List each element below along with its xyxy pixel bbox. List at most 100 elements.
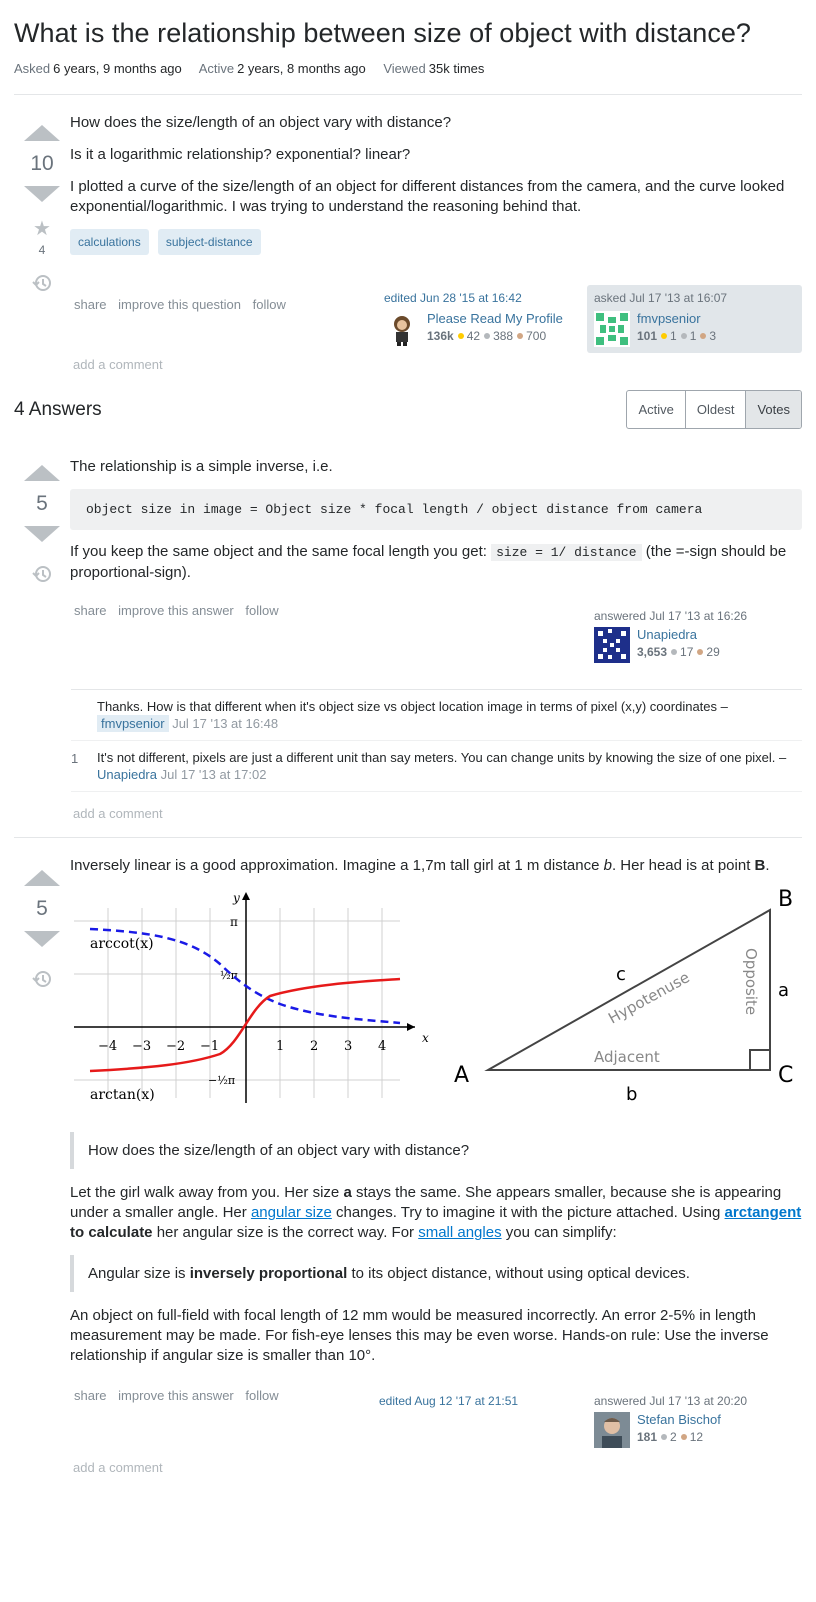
arctangent-link[interactable]: arctangent	[725, 1204, 802, 1221]
answer-footer: share improve this answer follow answere…	[70, 603, 802, 669]
x-tick-label: 3	[344, 1039, 352, 1054]
answerer-name[interactable]: Unapiedra	[637, 627, 720, 642]
tag-calculations[interactable]: calculations	[70, 229, 149, 255]
upvote-arrow-icon[interactable]	[24, 125, 60, 141]
tab-oldest[interactable]: Oldest	[686, 391, 747, 428]
arccot-label: arccot(x)	[90, 936, 154, 952]
vertex-b-label: B	[778, 888, 793, 912]
history-icon[interactable]	[32, 273, 52, 298]
downvote-arrow-icon[interactable]	[24, 931, 60, 947]
share-link[interactable]: share	[74, 1388, 107, 1403]
asker-reputation: 101	[637, 329, 658, 343]
x-tick-label: 4	[378, 1039, 386, 1054]
comment-list: Thanks. How is that different when it's …	[71, 689, 802, 792]
asked-value: 6 years, 9 months ago	[53, 61, 182, 76]
answerer-reputation: 181	[637, 1430, 658, 1444]
answerer-avatar[interactable]	[594, 627, 630, 663]
question-title[interactable]: What is the relationship between size of…	[14, 0, 802, 49]
answer-paragraph: If you keep the same object and the same…	[70, 543, 787, 581]
comment-user[interactable]: Unapiedra	[97, 767, 157, 782]
answered-time: answered Jul 17 '13 at 16:26	[594, 609, 748, 623]
asker-avatar[interactable]	[594, 311, 630, 347]
answer-paragraph: Let the girl walk away from you. Her siz…	[70, 1184, 802, 1241]
tab-active[interactable]: Active	[627, 391, 686, 428]
comment-item: Thanks. How is that different when it's …	[71, 690, 802, 741]
answer-intro: The relationship is a simple inverse, i.…	[70, 458, 333, 475]
opposite-label: Opposite	[742, 948, 760, 1015]
add-comment-link[interactable]: add a comment	[73, 357, 802, 372]
comment-date[interactable]: Jul 17 '13 at 16:48	[172, 716, 278, 731]
share-link[interactable]: share	[74, 603, 107, 618]
arctan-arccot-graph: x y −4 −3 −2 −1 1 2 3 4 π ½π −½π arccot(…	[74, 891, 429, 1103]
follow-link[interactable]: follow	[253, 297, 286, 312]
follow-link[interactable]: follow	[245, 603, 278, 618]
answer-vote-count: 5	[36, 897, 48, 920]
improve-link[interactable]: improve this answer	[118, 1388, 234, 1403]
editor-signature: edited Jun 28 '15 at 16:42 Please Read M…	[377, 285, 577, 353]
sort-tabs: Active Oldest Votes	[626, 390, 802, 429]
answer-post: 5 The relationship is a simple inverse, …	[14, 457, 802, 669]
question-vote-count: 10	[30, 152, 54, 175]
upvote-arrow-icon[interactable]	[24, 465, 60, 481]
share-link[interactable]: share	[74, 297, 107, 312]
answer-body: Inversely linear is a good approximation…	[70, 856, 802, 1454]
x-tick-label: −4	[98, 1039, 117, 1054]
x-tick-label: −3	[132, 1039, 151, 1054]
answer-separator	[14, 837, 802, 838]
question-paragraph: Is it a logarithmic relationship? expone…	[70, 146, 411, 163]
post-menu: share improve this answer follow	[70, 603, 287, 669]
post-menu: share improve this answer follow	[70, 1388, 287, 1454]
downvote-arrow-icon[interactable]	[24, 186, 60, 202]
comment-score	[71, 698, 97, 732]
editor-signature: edited Aug 12 '17 at 21:51	[372, 1388, 577, 1454]
active-value[interactable]: 2 years, 8 months ago	[237, 61, 366, 76]
downvote-arrow-icon[interactable]	[24, 526, 60, 542]
question-vote-cell: 10 ★ 4	[14, 113, 70, 353]
answerer-name[interactable]: Stefan Bischof	[637, 1412, 721, 1427]
comment-date[interactable]: Jul 17 '13 at 17:02	[161, 767, 267, 782]
tag-subject-distance[interactable]: subject-distance	[157, 229, 261, 255]
answer-vote-cell: 5	[14, 856, 70, 1454]
add-comment-link[interactable]: add a comment	[73, 1460, 802, 1475]
tag-list: calculations subject-distance	[70, 229, 802, 255]
editor-avatar[interactable]	[384, 311, 420, 347]
active-label: Active	[198, 61, 235, 76]
arctan-curve	[89, 977, 401, 1073]
answers-count: 4 Answers	[14, 398, 102, 420]
y-tick-neg-half-pi: −½π	[208, 1074, 235, 1087]
history-icon[interactable]	[32, 564, 52, 589]
tab-votes[interactable]: Votes	[746, 391, 801, 428]
asker-signature: asked Jul 17 '13 at 16:07 fmvpsenior 101…	[587, 285, 802, 353]
asker-name[interactable]: fmvpsenior	[637, 311, 716, 326]
editor-name[interactable]: Please Read My Profile	[427, 311, 563, 326]
gold-badges: 1	[670, 329, 677, 343]
answer-paragraph: Inversely linear is a good approximation…	[70, 857, 770, 874]
favorite-star-icon[interactable]: ★	[33, 216, 51, 241]
upvote-arrow-icon[interactable]	[24, 870, 60, 886]
angular-size-link[interactable]: angular size	[251, 1204, 332, 1221]
comment-user[interactable]: fmvpsenior	[97, 715, 169, 732]
answerer-avatar[interactable]	[594, 1412, 630, 1448]
follow-link[interactable]: follow	[245, 1388, 278, 1403]
edited-time[interactable]: edited Aug 12 '17 at 21:51	[379, 1394, 570, 1408]
add-comment-link[interactable]: add a comment	[73, 806, 802, 821]
answerer-reputation: 3,653	[637, 645, 668, 659]
viewed-value: 35k times	[428, 61, 485, 76]
small-angles-link[interactable]: small angles	[418, 1224, 501, 1241]
improve-link[interactable]: improve this question	[118, 297, 241, 312]
y-axis-label: y	[232, 891, 240, 905]
question-page: What is the relationship between size of…	[0, 0, 816, 1475]
x-tick-label: −2	[166, 1039, 185, 1054]
side-c-label: c	[616, 964, 626, 985]
quote-block: Angular size is inversely proportional t…	[70, 1255, 802, 1292]
history-icon[interactable]	[32, 969, 52, 994]
edited-time[interactable]: edited Jun 28 '15 at 16:42	[384, 291, 570, 305]
answer-footer: share improve this answer follow edited …	[70, 1388, 802, 1454]
answer-vote-count: 5	[36, 492, 48, 515]
side-a-label: a	[778, 980, 789, 1001]
answer-vote-cell: 5	[14, 457, 70, 669]
improve-link[interactable]: improve this answer	[118, 603, 234, 618]
adjacent-label: Adjacent	[594, 1048, 660, 1066]
answer-body: The relationship is a simple inverse, i.…	[70, 457, 802, 669]
inline-code: size = 1/ distance	[491, 544, 642, 561]
